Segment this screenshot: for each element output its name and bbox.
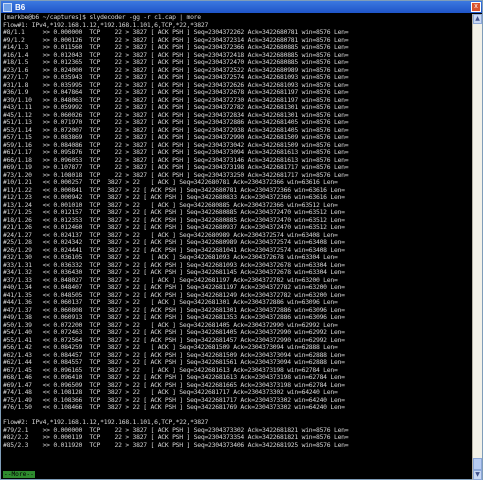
terminal-output[interactable]: [markbe@b6 ~/captures]$ slydecoder -gg -… [3, 14, 472, 480]
window-title: B6 [15, 2, 26, 12]
vertical-scrollbar[interactable]: ▲ ▼ [472, 14, 482, 480]
terminal-line: #76/1.50 << 0.108466 TCP 3827 > 22 [ ACK… [3, 403, 345, 411]
terminal-line: #85/2.3 >> 0.011920 TCP 22 > 3827 [ ACK … [3, 440, 349, 449]
scroll-up-arrow-icon[interactable]: ▲ [473, 14, 482, 24]
scroll-down-arrow-icon[interactable]: ▼ [473, 470, 482, 480]
more-pager-prompt[interactable]: --More-- [3, 471, 35, 478]
close-button[interactable]: x [471, 2, 481, 12]
terminal-app-icon [3, 2, 12, 12]
terminal-window: B6 x [markbe@b6 ~/captures]$ slydecoder … [0, 0, 483, 480]
scroll-thumb[interactable] [473, 458, 482, 470]
title-bar[interactable]: B6 x [1, 1, 482, 13]
